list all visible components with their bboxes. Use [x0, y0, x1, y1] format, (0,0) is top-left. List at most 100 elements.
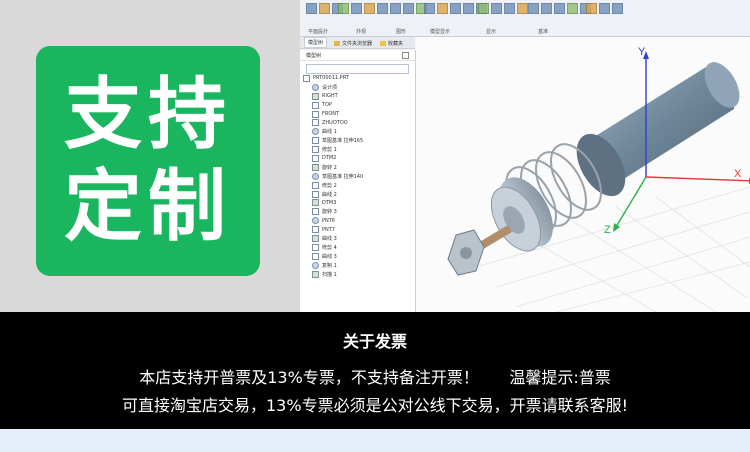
tree-item[interactable]: PNT6 [300, 216, 415, 225]
ribbon-group-5[interactable] [478, 3, 528, 27]
tool-icon[interactable] [463, 3, 474, 14]
tool-icon[interactable] [424, 3, 435, 14]
threaded-cap [490, 177, 553, 252]
tool-icon[interactable] [554, 3, 565, 14]
tool-icon[interactable] [306, 3, 317, 14]
tool-icon[interactable] [491, 3, 502, 14]
feature-icon [312, 163, 319, 171]
tree-item-label: 复制 1 [322, 262, 337, 269]
model-tree: PRT00011.PRT 设计项 RIGHT TOP FRONT ZHUOTOO 曲线 1 草… [300, 74, 415, 278]
tree-item-label: 曲线 3 [322, 253, 337, 260]
tab-favorites[interactable]: 收藏夹 [380, 37, 403, 49]
tree-item[interactable]: 旋转 3 [300, 207, 415, 216]
feature-icon [312, 190, 319, 198]
feature-icon [312, 234, 319, 242]
tool-icon[interactable] [403, 3, 414, 14]
tree-item-label: ZHUOTOO [322, 119, 348, 126]
tool-icon[interactable] [364, 3, 375, 14]
tab-folder-browser[interactable]: 文件夹浏览器 [334, 37, 372, 49]
tab-model-tree[interactable]: 模型树 [304, 37, 328, 48]
badge-line2: 定制 [63, 162, 232, 252]
tree-item[interactable]: 修剪 2 [300, 181, 415, 190]
feature-icon [312, 208, 319, 216]
tree-item[interactable]: 设计项 [300, 83, 415, 92]
invoice-notice: 关于发票 本店支持开普票及13%专票，不支持备注开票！ 温馨提示:普票 可直接淘… [0, 312, 750, 429]
tool-icon[interactable] [390, 3, 401, 14]
feature-icon [312, 92, 319, 100]
tool-icon[interactable] [377, 3, 388, 14]
tool-icon[interactable] [567, 3, 578, 14]
tree-filter-input[interactable] [306, 64, 409, 74]
feature-icon [312, 226, 319, 234]
tree-item-label: 旋转 3 [322, 209, 337, 216]
ribbon-group-2[interactable] [338, 3, 388, 27]
folder-icon [334, 40, 340, 46]
feature-icon [312, 137, 319, 145]
tree-item[interactable]: RIGHT [300, 92, 415, 101]
tool-icon[interactable] [319, 3, 330, 14]
tree-item[interactable]: ZHUOTOO [300, 118, 415, 127]
tool-icon[interactable] [528, 3, 539, 14]
custom-badge: 支持 定制 [36, 46, 260, 276]
tool-icon[interactable] [541, 3, 552, 14]
feature-icon [312, 172, 319, 180]
tool-icon[interactable] [599, 3, 610, 14]
notice-line-1: 本店支持开普票及13%专票，不支持备注开票！ 温馨提示:普票 [139, 368, 611, 387]
tool-icon[interactable] [586, 3, 597, 14]
tree-item[interactable]: 修剪 1 [300, 145, 415, 154]
feature-icon [312, 119, 319, 127]
tree-item[interactable]: PNT7 [300, 225, 415, 234]
tree-item[interactable]: 修剪 4 [300, 243, 415, 252]
tool-icon[interactable] [612, 3, 623, 14]
tree-item[interactable]: 草图基准 拉伸165 [300, 136, 415, 145]
3d-viewport[interactable]: Y X Z [416, 37, 750, 313]
feature-icon [312, 101, 319, 109]
tree-item[interactable]: 复制 1 [300, 261, 415, 270]
tree-item[interactable]: PRT00011.PRT [300, 74, 415, 83]
notice-title: 关于发票 [342, 332, 407, 351]
feature-icon [312, 181, 319, 189]
ribbon-group-3[interactable] [390, 3, 427, 27]
tool-icon[interactable] [517, 3, 528, 14]
tool-icon[interactable] [504, 3, 515, 14]
ribbon-label: 显示 [486, 29, 497, 35]
settings-icon[interactable] [402, 51, 409, 59]
ribbon-group-6[interactable] [528, 3, 591, 27]
product-image-area: 支持 定制 平面設計 外观 图形 模型显示 显示 基准 模型树 文件夹浏览器 收… [0, 0, 750, 313]
tree-item[interactable]: 曲线 3 [300, 252, 415, 261]
feature-icon [312, 128, 319, 136]
tree-item-label: 曲线 3 [322, 235, 337, 242]
tree-item-label: 曲线 2 [322, 191, 337, 198]
tree-item[interactable]: 扫描 1 [300, 270, 415, 279]
tool-icon[interactable] [437, 3, 448, 14]
tree-item[interactable]: 曲线 2 [300, 190, 415, 199]
ribbon-group-7[interactable] [586, 3, 623, 27]
feature-icon [303, 74, 310, 82]
tool-icon[interactable] [351, 3, 362, 14]
tool-icon[interactable] [478, 3, 489, 14]
tree-item[interactable]: DTM2 [300, 154, 415, 163]
ribbon-label: 模型显示 [430, 29, 451, 35]
tree-item[interactable]: 曲线 3 [300, 234, 415, 243]
tree-item[interactable]: TOP [300, 101, 415, 110]
cad-model-svg: Y X Z [447, 46, 750, 313]
tree-item[interactable]: FRONT [300, 110, 415, 119]
tree-item-label: 草图基准 拉伸140 [322, 173, 364, 180]
cylinder-body [576, 62, 740, 197]
tree-item[interactable]: 旋转 2 [300, 163, 415, 172]
tool-icon[interactable] [450, 3, 461, 14]
tree-item-label: FRONT [322, 111, 340, 117]
tree-item[interactable]: 曲线 1 [300, 127, 415, 136]
tree-item-label: 修剪 2 [322, 182, 337, 189]
tree-item-label: 旋转 2 [322, 164, 337, 171]
axis-x-label: X [734, 168, 742, 180]
feature-icon [312, 146, 319, 154]
tree-item[interactable]: DTM3 [300, 198, 415, 207]
tree-item[interactable]: 草图基准 拉伸140 [300, 172, 415, 181]
tree-item-label: PNT6 [322, 217, 335, 224]
feature-icon [312, 83, 319, 91]
tree-item-label: 修剪 1 [322, 147, 337, 154]
feature-icon [312, 261, 319, 269]
tool-icon[interactable] [338, 3, 349, 14]
tree-item-label: 设计项 [322, 84, 338, 91]
